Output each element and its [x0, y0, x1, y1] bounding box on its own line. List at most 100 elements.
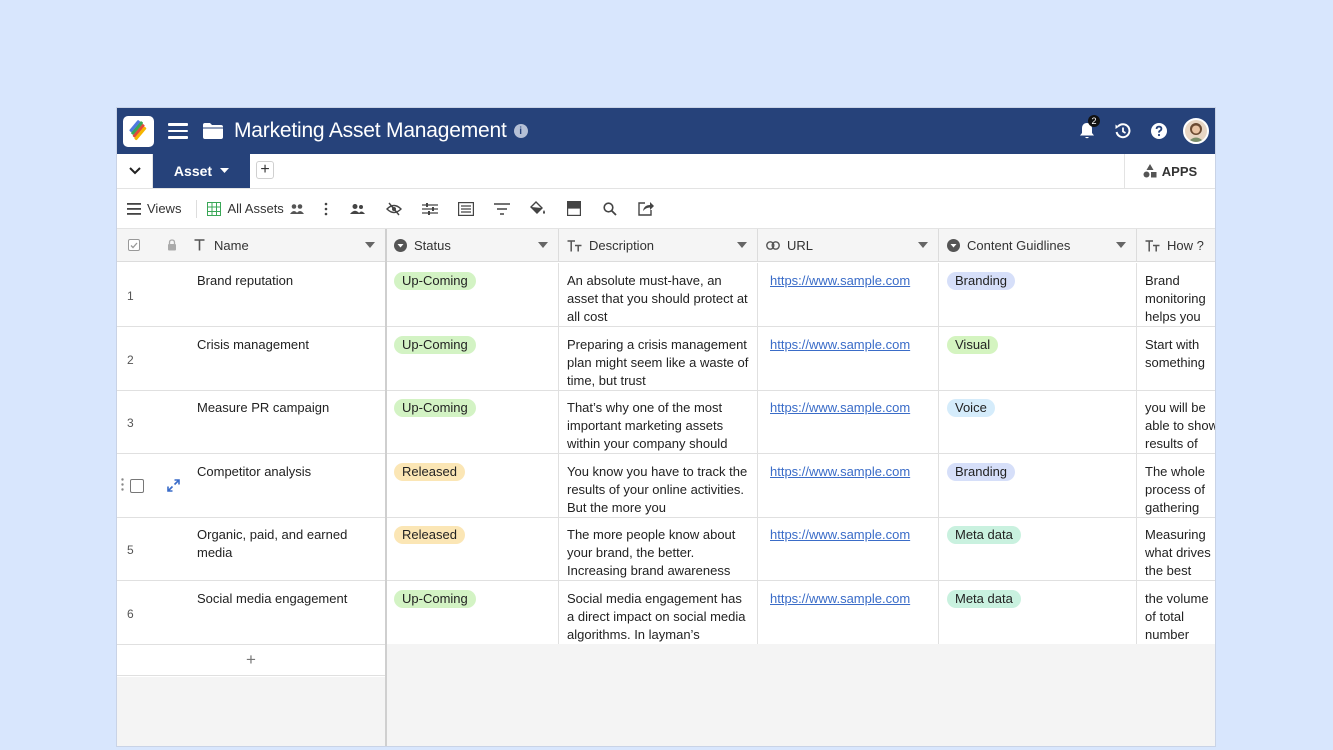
settings-button[interactable] — [412, 202, 448, 216]
cell-name[interactable]: 2 Crisis management — [117, 326, 386, 390]
table-row[interactable]: 2 Crisis management Up-Coming Preparing a c… — [117, 326, 1215, 391]
search-button[interactable] — [592, 201, 628, 216]
table-row[interactable]: 6 Social media engagement Up-Coming Social … — [117, 580, 1215, 645]
cell-status[interactable]: Up-Coming — [386, 263, 559, 326]
url-link[interactable]: https://www.sample.com — [770, 272, 910, 290]
row-height-button[interactable] — [448, 201, 484, 216]
add-row-button[interactable]: + — [117, 644, 386, 676]
caret-down-icon[interactable] — [365, 242, 375, 248]
row-number: 5 — [127, 543, 134, 557]
url-link[interactable]: https://www.sample.com — [770, 463, 910, 481]
caret-down-icon[interactable] — [1116, 242, 1126, 248]
user-avatar[interactable] — [1183, 118, 1209, 144]
column-header-url[interactable]: URL — [758, 229, 939, 262]
freeze-button[interactable] — [556, 201, 592, 216]
url-link[interactable]: https://www.sample.com — [770, 590, 910, 608]
cell-guideline[interactable]: Branding — [939, 453, 1137, 517]
export-button[interactable] — [628, 201, 664, 216]
tables-toggle[interactable] — [117, 154, 153, 188]
cell-description[interactable]: An absolute must-have, an asset that you… — [559, 263, 758, 326]
cell-name[interactable]: Competitor analysis — [117, 453, 386, 517]
app-logo[interactable] — [123, 115, 154, 147]
cell-description[interactable]: The more people know about your brand, t… — [559, 517, 758, 580]
cell-status[interactable]: Released — [386, 517, 559, 580]
tab-asset[interactable]: Asset — [153, 154, 250, 188]
cell-status[interactable]: Up-Coming — [386, 326, 559, 390]
cell-status[interactable]: Up-Coming — [386, 580, 559, 644]
cell-description[interactable]: Social media engagement has a direct imp… — [559, 580, 758, 644]
help-button[interactable] — [1141, 122, 1177, 140]
search-icon — [603, 201, 617, 216]
cell-how[interactable]: Measuring what drives the best your webs… — [1137, 517, 1215, 580]
select-all-checkbox[interactable] — [128, 239, 140, 251]
cell-description[interactable]: That’s why one of the most important mar… — [559, 390, 758, 453]
column-header-description[interactable]: Description — [559, 229, 758, 262]
cell-how[interactable]: The whole process of gathering and analy… — [1137, 454, 1215, 517]
color-button[interactable] — [520, 201, 556, 216]
how-text: Measuring what drives the best your webs… — [1145, 527, 1211, 578]
cell-url[interactable]: https://www.sample.com — [758, 263, 939, 326]
url-link[interactable]: https://www.sample.com — [770, 336, 910, 354]
cell-url[interactable]: https://www.sample.com — [758, 390, 939, 453]
table-tabs: Asset + APPS — [117, 154, 1215, 189]
cell-description[interactable]: You know you have to track the results o… — [559, 453, 758, 517]
cell-guideline[interactable]: Voice — [939, 390, 1137, 453]
column-header-how[interactable]: How ? — [1137, 229, 1215, 262]
paint-bucket-icon — [529, 201, 545, 214]
cell-guideline[interactable]: Meta data — [939, 517, 1137, 580]
cell-url[interactable]: https://www.sample.com — [758, 517, 939, 580]
view-more-button[interactable] — [312, 202, 340, 216]
table-row[interactable]: Competitor analysis Released You know you … — [117, 453, 1215, 518]
view-selector[interactable]: All Assets — [207, 201, 304, 216]
add-table-button[interactable]: + — [256, 161, 274, 179]
collaborators-icon — [289, 203, 304, 214]
cell-how[interactable]: the volume of total number — [1137, 581, 1215, 644]
cell-name[interactable]: 5 Organic, paid, and earned media — [117, 517, 386, 580]
status-badge: Up-Coming — [394, 335, 476, 354]
cell-guideline[interactable]: Visual — [939, 326, 1137, 390]
cell-url[interactable]: https://www.sample.com — [758, 580, 939, 644]
cell-status[interactable]: Up-Coming — [386, 390, 559, 453]
cell-name[interactable]: 1 Brand reputation — [117, 263, 386, 326]
cell-name[interactable]: 6 Social media engagement — [117, 580, 386, 644]
frozen-column-divider[interactable] — [385, 229, 387, 746]
column-header-name[interactable]: Name — [117, 229, 386, 262]
table-row[interactable]: 3 Measure PR campaign Up-Coming That’s why … — [117, 390, 1215, 454]
info-icon[interactable]: i — [513, 124, 528, 138]
url-link[interactable]: https://www.sample.com — [770, 399, 910, 417]
page-title: Marketing Asset Management — [234, 119, 507, 142]
share-view-button[interactable] — [340, 203, 376, 215]
view-toolbar: Views All Assets — [117, 189, 1215, 229]
cell-how[interactable]: Brand monitoring helps you collect all p… — [1137, 263, 1215, 326]
caret-down-icon[interactable] — [918, 242, 928, 248]
cell-how[interactable]: Start with something Update your — [1137, 327, 1215, 390]
cell-description[interactable]: Preparing a crisis management plan might… — [559, 326, 758, 390]
cell-name[interactable]: 3 Measure PR campaign — [117, 390, 386, 453]
filter-button[interactable] — [484, 202, 520, 215]
views-button[interactable]: Views — [127, 201, 181, 216]
drag-handle-icon[interactable] — [121, 477, 124, 496]
column-header-content-guidlines[interactable]: Content Guidlines — [939, 229, 1137, 262]
row-checkbox[interactable] — [130, 478, 144, 493]
history-button[interactable] — [1105, 122, 1141, 140]
folder-icon[interactable] — [202, 122, 224, 140]
expand-row-icon[interactable] — [167, 478, 180, 497]
url-link[interactable]: https://www.sample.com — [770, 526, 910, 544]
hide-fields-button[interactable] — [376, 202, 412, 216]
cell-how[interactable]: you will be able to show results of your… — [1137, 390, 1215, 453]
cell-guideline[interactable]: Branding — [939, 263, 1137, 326]
caret-down-icon[interactable] — [538, 242, 548, 248]
notifications-button[interactable]: 2 — [1069, 115, 1105, 140]
apps-button[interactable]: APPS — [1124, 154, 1215, 188]
table-row[interactable]: 5 Organic, paid, and earned media Released… — [117, 517, 1215, 581]
table-row[interactable]: 1 Brand reputation Up-Coming An absolute mu… — [117, 263, 1215, 327]
cell-status[interactable]: Released — [386, 453, 559, 517]
share-icon — [638, 202, 654, 216]
cell-url[interactable]: https://www.sample.com — [758, 326, 939, 390]
column-header-status[interactable]: Status — [386, 229, 559, 262]
cell-url[interactable]: https://www.sample.com — [758, 453, 939, 517]
menu-icon[interactable] — [168, 123, 188, 139]
single-select-icon — [394, 239, 407, 252]
caret-down-icon[interactable] — [737, 242, 747, 248]
cell-guideline[interactable]: Meta data — [939, 580, 1137, 644]
